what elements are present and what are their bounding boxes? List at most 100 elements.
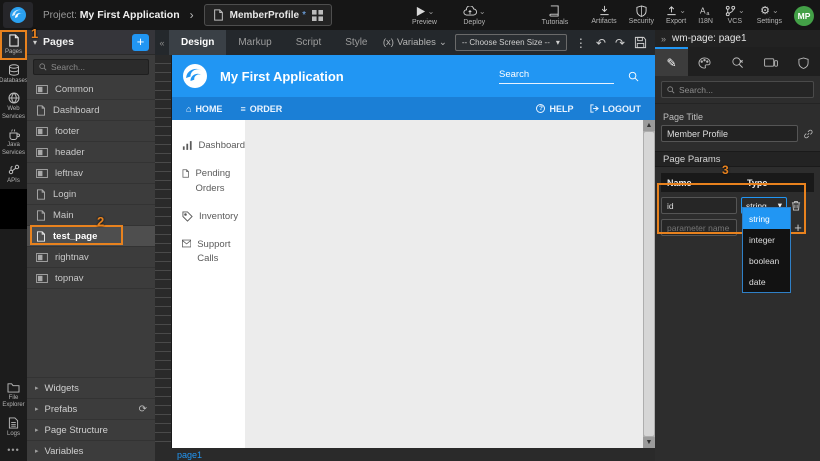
rail-item-pages[interactable]: Pages [0,30,27,60]
design-canvas[interactable]: My First Application Search ⌂ HOME ≡ ORD… [172,55,655,448]
page-item-leftnav[interactable]: leftnav [27,163,155,184]
rail-item-apis[interactable]: APIs [0,160,27,189]
nav-order[interactable]: ≡ ORDER [240,104,282,114]
param-name-input[interactable] [661,197,737,214]
page-title-input[interactable] [661,125,798,142]
tutorials-button[interactable]: Tutorials [542,5,569,26]
page-item-test-page[interactable]: test_page [27,226,155,247]
nav-logout[interactable]: LOGOUT [590,104,642,114]
redo-icon[interactable]: ↷ [615,36,625,50]
page-item-footer[interactable]: footer [27,121,155,142]
undo-icon[interactable]: ↶ [596,36,606,50]
svg-text:a: a [707,11,711,16]
app-content-area[interactable] [245,120,643,448]
type-option-boolean[interactable]: boolean [743,250,790,271]
page-item-topnav[interactable]: topnav [27,268,155,289]
page-item-rightnav[interactable]: rightnav [27,247,155,268]
screen-size-select[interactable]: -- Choose Screen Size -- ▾ [455,34,567,51]
preview-button[interactable]: ⌄ Preview [412,5,437,26]
sidebar-item-pending-orders[interactable]: Pending Orders [172,160,245,203]
properties-tabs: ✎ [655,47,820,76]
vertical-ruler [155,55,172,448]
add-page-button[interactable]: + [132,34,149,51]
properties-search-input[interactable]: Search... [661,81,814,98]
type-option-integer[interactable]: integer [743,229,790,250]
palette-icon [698,57,711,69]
type-option-date[interactable]: date [743,271,790,292]
deploy-button[interactable]: ⌄ Deploy [463,5,486,26]
tab-security[interactable] [787,47,820,76]
tag-icon [182,211,193,222]
page-item-dashboard[interactable]: Dashboard [27,100,155,121]
annotation-step-1: 1 [31,26,38,41]
open-page-tab[interactable]: MemberProfile * [204,4,332,26]
sidebar-item-inventory[interactable]: Inventory [172,203,245,231]
tab-events[interactable] [721,47,754,76]
rail-item-web-services[interactable]: Web Services [0,88,27,124]
refresh-icon[interactable]: ⟳ [139,404,147,415]
app-nav-bar: ⌂ HOME ≡ ORDER ? HELP [172,97,655,120]
tab-devices[interactable] [754,47,787,76]
variables-dropdown[interactable]: (x) Variables ⌄ [383,37,447,48]
tab-markup[interactable]: Markup [226,30,283,55]
page-item-header[interactable]: header [27,142,155,163]
i18n-button[interactable]: A a I18N [698,4,713,25]
sidebar-item-support-calls[interactable]: Support Calls [172,231,245,274]
wavemaker-logo[interactable] [3,2,33,28]
delete-param-button[interactable] [791,200,805,211]
chevron-down-icon: ⌄ [679,6,686,15]
page-item-main[interactable]: Main [27,205,155,226]
tab-style[interactable]: Style [333,30,379,55]
settings-button[interactable]: ⚙ ⌄ Settings [757,4,782,25]
vcs-button[interactable]: ⌄ VCS [725,4,745,25]
pages-search-input[interactable]: Search... [33,59,149,75]
user-avatar[interactable]: MP [794,6,814,26]
rail-item-databases[interactable]: Databases [0,60,27,89]
type-option-string[interactable]: string [743,208,790,229]
section-prefabs[interactable]: ▸ Prefabs ⟳ [27,398,155,419]
file-icon [182,168,189,179]
nav-help[interactable]: ? HELP [536,104,573,114]
search-placeholder: Search... [679,85,713,95]
properties-panel: » wm-page: page1 ✎ [655,30,820,461]
export-button[interactable]: ⌄ Export [666,4,686,25]
collapse-right-panel-button[interactable]: » [661,34,666,44]
app-search-input[interactable]: Search [499,69,614,84]
search-icon[interactable] [628,71,639,82]
app-header[interactable]: My First Application Search [172,55,655,97]
tab-script[interactable]: Script [284,30,334,55]
page-params-section-header[interactable]: Page Params [655,151,820,167]
tab-design[interactable]: Design [169,30,226,55]
scroll-up-icon[interactable]: ▲ [643,120,655,131]
tab-styles[interactable] [688,47,721,76]
sidebar-item-dashboard[interactable]: Dashboard [172,132,245,160]
rail-more-button[interactable]: ••• [7,441,19,461]
collapse-left-panel-button[interactable]: « [155,38,169,48]
security-button[interactable]: Security [629,4,654,25]
page-item-common[interactable]: Common [27,79,155,100]
rail-item-logs[interactable]: Logs [0,413,27,442]
tab-properties[interactable]: ✎ [655,47,688,76]
page-item-login[interactable]: Login [27,184,155,205]
save-icon[interactable] [634,36,647,49]
rail-item-file-explorer[interactable]: File Explorer [0,378,27,413]
section-page-structure[interactable]: ▸ Page Structure [27,419,155,440]
canvas-bottom-bar: page1 [155,448,655,461]
section-variables[interactable]: ▸ Variables [27,440,155,461]
section-widgets[interactable]: ▸ Widgets [27,377,155,398]
canvas-scrollbar[interactable]: ▲ ▼ [643,120,655,448]
kebab-menu-icon[interactable]: ⋮ [575,36,587,50]
scrollbar-thumb[interactable] [644,132,654,436]
expand-arrow-icon: ▸ [35,384,39,392]
bind-link-icon[interactable] [803,128,814,140]
grid-icon[interactable] [312,10,323,21]
new-param-name-input[interactable] [661,219,737,236]
properties-panel-header: » wm-page: page1 [655,30,820,47]
add-param-button[interactable]: + [791,220,805,235]
page-icon [8,34,20,47]
nav-home[interactable]: ⌂ HOME [186,104,222,114]
artifacts-button[interactable]: Artifacts [591,4,616,25]
scroll-down-icon[interactable]: ▼ [643,437,655,448]
page1-tab[interactable]: page1 [177,450,202,460]
rail-item-java-services[interactable]: Java Services [0,124,27,160]
